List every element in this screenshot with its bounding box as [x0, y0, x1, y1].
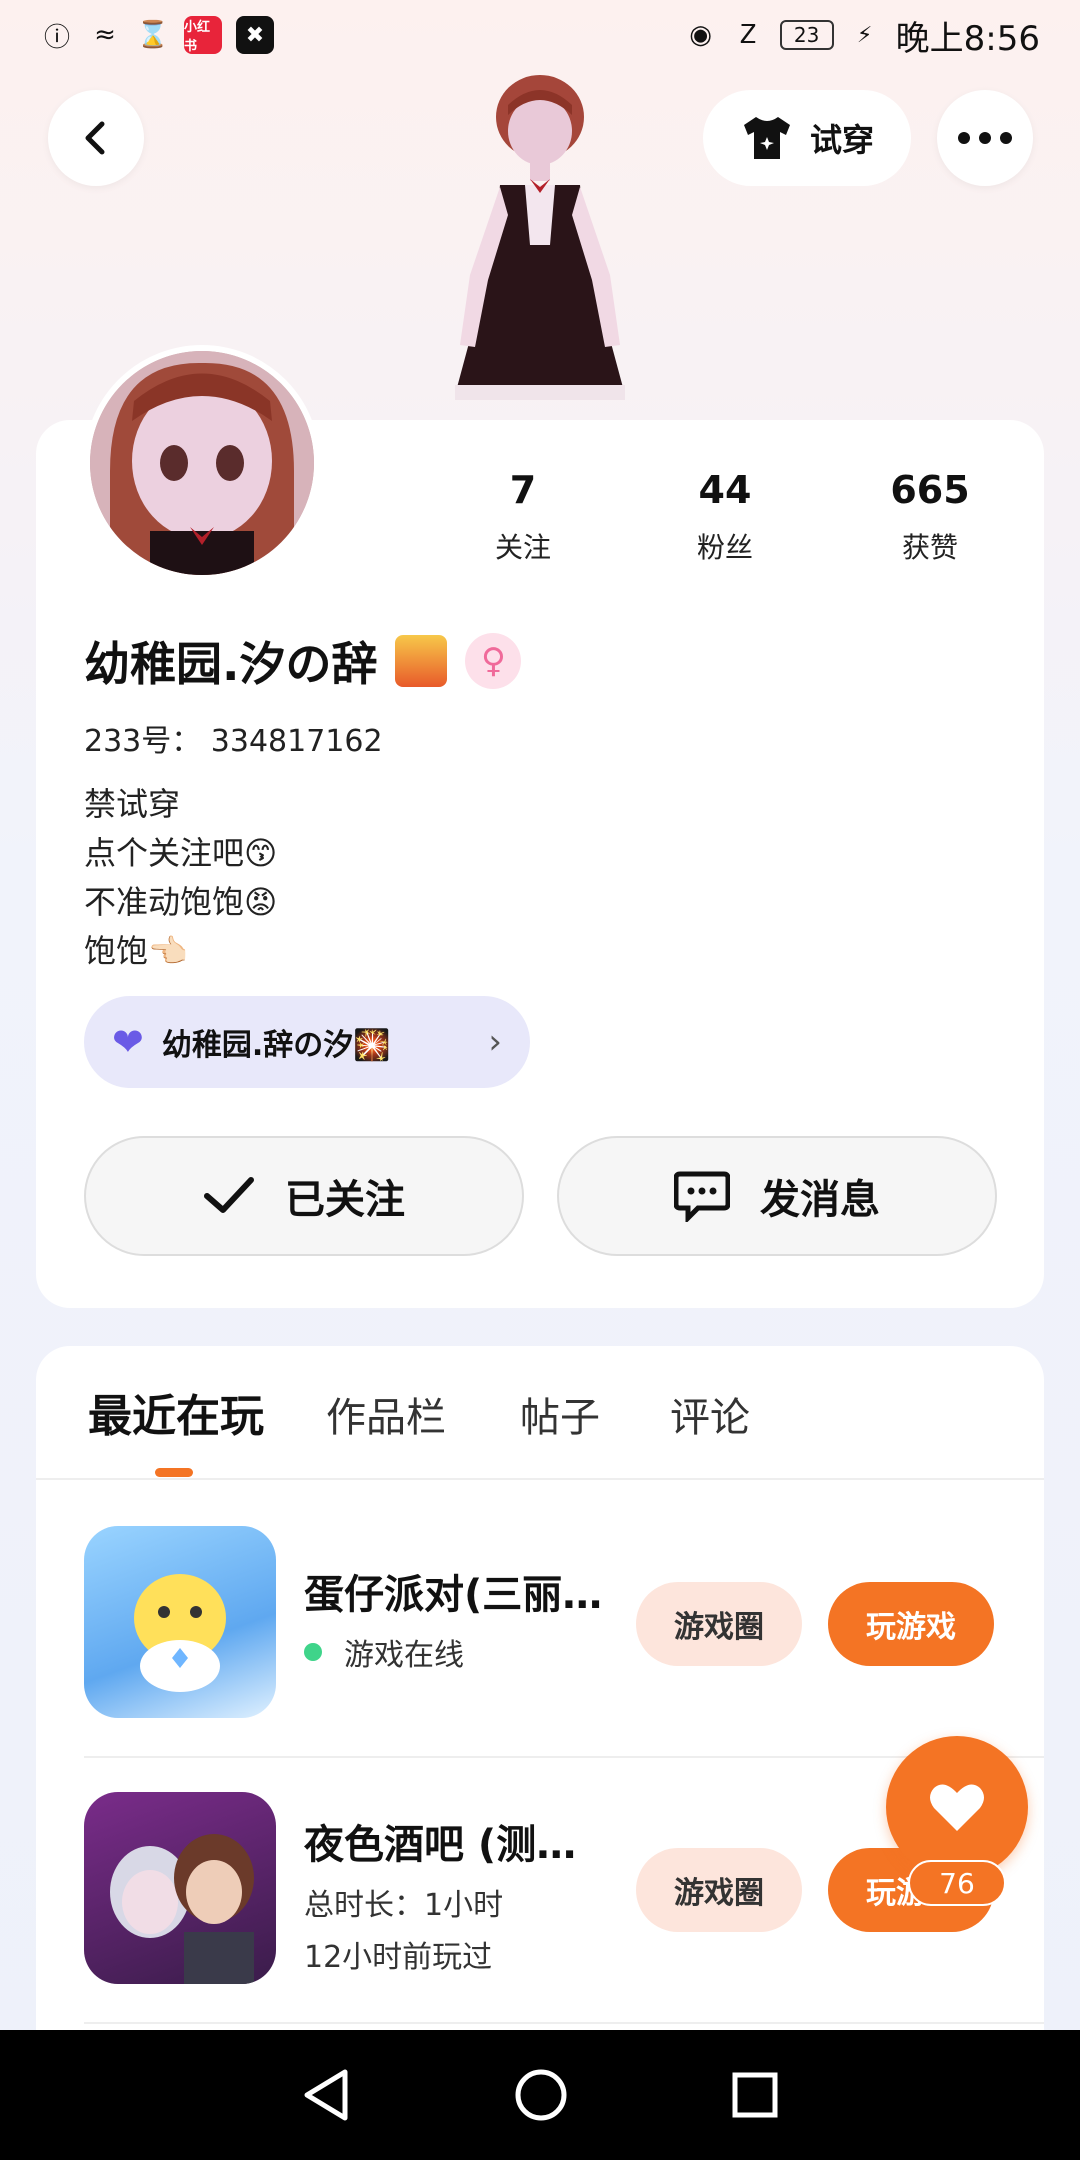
- heart-icon: [930, 1784, 984, 1831]
- chat-bubble-icon: [674, 1171, 730, 1222]
- user-id: 233号： 334817162: [84, 724, 383, 759]
- stat-fans[interactable]: 44 粉丝: [650, 468, 800, 566]
- divider: [84, 1756, 1044, 1758]
- tab-recent-play[interactable]: 最近在玩: [88, 1380, 264, 1444]
- capcut-app-icon: ✖: [236, 16, 274, 54]
- try-on-button[interactable]: 试穿: [703, 90, 911, 186]
- game-title: 蛋仔派对(三丽…: [304, 1572, 603, 1618]
- tab-label: 帖子: [520, 1395, 600, 1441]
- game-icon-night-bar: [84, 1792, 276, 1984]
- divider: [36, 1478, 1044, 1480]
- game-row[interactable]: 夜色酒吧 (测… 总时长：1小时 12小时前玩过 游戏圈 玩游戏: [84, 1792, 1024, 1988]
- tab-comments[interactable]: 评论: [670, 1385, 750, 1443]
- alert-icon: ⓘ: [43, 22, 70, 53]
- system-nav-bar: [0, 2030, 1080, 2160]
- bio-line: 禁试穿: [84, 785, 181, 823]
- like-count: 76: [939, 1866, 975, 1900]
- play-game-label: 玩游戏: [866, 1610, 956, 1645]
- wifi-icon: ≈: [94, 20, 116, 50]
- check-icon: [204, 1177, 254, 1213]
- back-triangle-icon[interactable]: [301, 2068, 351, 2122]
- message-label: 发消息: [760, 1177, 880, 1223]
- recents-square-icon[interactable]: [731, 2071, 779, 2119]
- divider: [84, 2022, 1044, 2024]
- stat-likes-count: 665: [890, 468, 970, 512]
- stat-following-count: 7: [509, 468, 537, 512]
- home-circle-icon[interactable]: [514, 2068, 568, 2122]
- city-badge-icon: [395, 635, 448, 687]
- followed-label: 已关注: [285, 1177, 405, 1223]
- game-circle-label: 游戏圈: [674, 1610, 764, 1645]
- tshirt-icon: [743, 117, 790, 159]
- stat-likes[interactable]: 665 获赞: [855, 468, 1005, 566]
- profile-name: 幼稚园.汐の辞: [84, 637, 378, 691]
- game-row[interactable]: 蛋仔派对(三丽… 游戏在线 游戏圈 玩游戏: [84, 1526, 1024, 1722]
- like-count-badge: 76: [908, 1860, 1006, 1906]
- stat-fans-count: 44: [698, 468, 752, 512]
- stat-fans-label: 粉丝: [696, 531, 753, 564]
- tab-label: 评论: [670, 1395, 750, 1441]
- tab-posts[interactable]: 帖子: [520, 1385, 600, 1443]
- bluetooth-icon: Ꮓ: [740, 19, 757, 50]
- tab-label: 作品栏: [326, 1395, 446, 1441]
- play-game-button[interactable]: 玩游戏: [828, 1582, 994, 1666]
- avatar-image: [90, 351, 314, 575]
- stat-following-label: 关注: [494, 531, 551, 564]
- heart-icon: ❤: [112, 1020, 144, 1064]
- try-on-label: 试穿: [809, 121, 874, 159]
- online-dot-icon: [304, 1643, 322, 1661]
- game-circle-button[interactable]: 游戏圈: [636, 1582, 802, 1666]
- game-title: 夜色酒吧 (测…: [304, 1822, 577, 1868]
- bio: 禁试穿 点个关注吧😙 不准动饱饱😡 饱饱👈🏻: [84, 780, 277, 976]
- stat-following[interactable]: 7 关注: [448, 468, 598, 566]
- back-button[interactable]: [48, 90, 144, 186]
- stat-likes-label: 获赞: [901, 531, 958, 564]
- hourglass-icon: ⌛: [136, 20, 170, 50]
- status-bar: ⓘ ≈ ⌛ 小红书 ✖ ◉ Ꮓ 23 ⚡ 晚上8:56: [0, 0, 1080, 70]
- profile-avatar[interactable]: [84, 345, 320, 581]
- game-circle-label: 游戏圈: [674, 1876, 764, 1911]
- partner-chip[interactable]: ❤ 幼稚园.辞の汐🎇 ›: [84, 996, 530, 1088]
- game-last-played: 12小时前玩过: [304, 1940, 493, 1975]
- chevron-right-icon: ›: [488, 1022, 502, 1062]
- game-status-text: 游戏在线: [344, 1638, 464, 1673]
- profile-name-row: 幼稚园.汐の辞 ♀: [84, 628, 522, 694]
- eye-icon: ◉: [689, 20, 712, 50]
- xiaohongshu-app-icon: 小红书: [184, 16, 222, 54]
- game-icon-eggy: [84, 1526, 276, 1718]
- charging-icon: ⚡: [856, 22, 873, 48]
- tab-works[interactable]: 作品栏: [326, 1385, 446, 1443]
- avatar-3d-figure[interactable]: [430, 75, 650, 420]
- tab-indicator: [155, 1468, 193, 1477]
- partner-name: 幼稚园.辞の汐🎇: [161, 1028, 391, 1063]
- message-button[interactable]: 发消息: [557, 1136, 997, 1256]
- more-button[interactable]: [937, 90, 1033, 186]
- bio-line: 点个关注吧😙: [84, 834, 278, 872]
- game-playtime: 总时长：1小时: [304, 1888, 504, 1923]
- tab-label: 最近在玩: [88, 1391, 264, 1442]
- battery-icon: 23: [779, 20, 834, 50]
- female-gender-icon: ♀: [465, 633, 522, 689]
- bio-line: 不准动饱饱😡: [84, 883, 278, 921]
- status-time: 晚上8:56: [895, 18, 1040, 59]
- chevron-left-icon: [85, 121, 105, 155]
- game-status: 游戏在线: [304, 1630, 464, 1674]
- more-dots-icon: [958, 132, 1012, 144]
- bio-line: 饱饱👈🏻: [84, 932, 188, 970]
- followed-button[interactable]: 已关注: [84, 1136, 524, 1256]
- game-circle-button[interactable]: 游戏圈: [636, 1848, 802, 1932]
- like-fab[interactable]: [886, 1736, 1028, 1878]
